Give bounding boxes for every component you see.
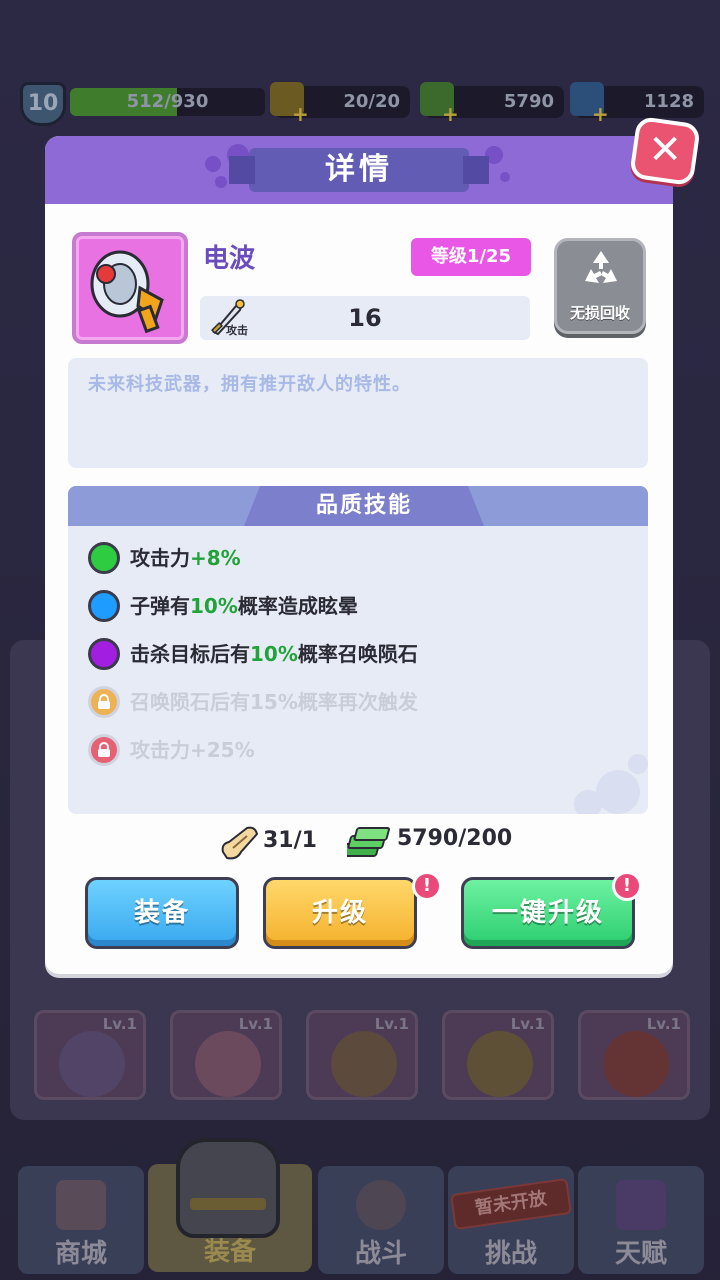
skill-highlight: 10% bbox=[250, 642, 298, 666]
recycle-button[interactable]: 无损回收 bbox=[554, 238, 646, 334]
spellbook-icon bbox=[616, 1180, 666, 1230]
item-name: 电波 bbox=[203, 244, 256, 274]
item-detail-dialog: 详情 电波 等级1/25 攻击 16 无损回收 未来科技武器，拥有推开敌人的特性… bbox=[45, 136, 673, 974]
straw-hat-icon bbox=[467, 1031, 533, 1097]
inventory-item-straw-hat[interactable]: Lv.1 bbox=[442, 1010, 554, 1100]
bottom-nav: 商城 装备 战斗 挑战 天赋 bbox=[14, 1160, 706, 1280]
item-portrait bbox=[72, 232, 188, 344]
shell-necklace-icon bbox=[195, 1031, 261, 1097]
skill-text-part: 概率造成眩晕 bbox=[237, 594, 358, 618]
description-box: 未来科技武器，拥有推开敌人的特性。 bbox=[68, 358, 648, 468]
scroll-cost: 31/1 bbox=[263, 828, 317, 853]
inventory-item-shell-necklace[interactable]: Lv.1 bbox=[170, 1010, 282, 1100]
item-level: Lv.1 bbox=[238, 1015, 273, 1033]
skill-text-locked: 攻击力+25% bbox=[130, 738, 255, 762]
nav-challenge-label: 挑战 bbox=[484, 1239, 537, 1269]
one-click-upgrade-button[interactable]: 一键升级 bbox=[461, 877, 635, 949]
quality-skills-panel: 品质技能 攻击力+8% 子弹有10%概率造成眩晕 击杀目标后有10%概率召唤陨石… bbox=[68, 486, 648, 814]
money-cost: 5790/200 bbox=[397, 826, 513, 851]
lock-icon bbox=[88, 686, 120, 718]
item-level: Lv.1 bbox=[374, 1015, 409, 1033]
moon-necklace-icon bbox=[331, 1031, 397, 1097]
equip-button[interactable]: 装备 bbox=[85, 877, 239, 949]
attack-value: 16 bbox=[348, 304, 382, 332]
skills-title: 品质技能 bbox=[315, 493, 412, 518]
bubbles-decoration bbox=[574, 754, 648, 814]
armor-icon bbox=[176, 1138, 280, 1238]
skill-text-part: 概率召唤陨石 bbox=[297, 642, 418, 666]
recycle-icon bbox=[585, 251, 617, 283]
nav-talent[interactable]: 天赋 bbox=[578, 1166, 704, 1274]
shop-icon bbox=[56, 1180, 106, 1230]
skill-dot-blue bbox=[88, 590, 120, 622]
red-cap-icon bbox=[603, 1031, 669, 1097]
skill-text: 击杀目标后有10%概率召唤陨石 bbox=[130, 638, 418, 670]
skill-dot-green bbox=[88, 542, 120, 574]
plus-icon: + bbox=[292, 102, 309, 126]
skill-text: 攻击力+8% bbox=[130, 542, 241, 574]
dialog-header: 详情 bbox=[45, 136, 673, 204]
skill-text-part: 子弹有 bbox=[130, 594, 190, 618]
lock-icon bbox=[88, 734, 120, 766]
item-level: Lv.1 bbox=[510, 1015, 545, 1033]
upgrade-cost-row: 31/1 5790/200 bbox=[45, 818, 673, 868]
skill-text-locked: 召唤陨石后有15%概率再次触发 bbox=[130, 690, 418, 714]
skill-text-part: 攻击力 bbox=[130, 546, 190, 570]
cash-counter[interactable]: + 5790 bbox=[420, 82, 564, 124]
scroll-icon bbox=[221, 826, 259, 860]
inventory-item-red-cap[interactable]: Lv.1 bbox=[578, 1010, 690, 1100]
inventory-item-pocket-watch[interactable]: Lv.1 bbox=[34, 1010, 146, 1100]
energy-counter[interactable]: + 20/20 bbox=[270, 82, 410, 124]
dialog-title: 详情 bbox=[325, 152, 393, 187]
nav-talent-label: 天赋 bbox=[614, 1239, 667, 1269]
xp-bar: 512/930 bbox=[70, 88, 265, 116]
pocket-watch-icon bbox=[59, 1031, 125, 1097]
nav-shop-label: 商城 bbox=[54, 1239, 107, 1269]
one-click-alert-icon: ! bbox=[612, 871, 642, 901]
gem-value: 1128 bbox=[643, 91, 694, 112]
cash-value: 5790 bbox=[503, 91, 554, 112]
cash-stack-icon bbox=[347, 827, 390, 857]
xp-text: 512/930 bbox=[126, 91, 209, 112]
item-description: 未来科技武器，拥有推开敌人的特性。 bbox=[88, 374, 411, 395]
item-level: Lv.1 bbox=[102, 1015, 137, 1033]
crossed-swords-icon bbox=[356, 1180, 406, 1230]
plus-icon: + bbox=[442, 102, 459, 126]
player-level-badge: 10 bbox=[20, 82, 66, 126]
item-level: Lv.1 bbox=[646, 1015, 681, 1033]
close-icon: ✕ bbox=[648, 127, 682, 174]
skill-highlight: +8% bbox=[190, 546, 241, 570]
item-level-badge: 等级1/25 bbox=[411, 238, 531, 276]
decor-dot bbox=[500, 172, 510, 182]
skill-text-part: 击杀目标后有 bbox=[130, 642, 250, 666]
nav-battle[interactable]: 战斗 bbox=[318, 1166, 444, 1274]
megaphone-icon bbox=[90, 250, 164, 334]
inventory-item-moon-necklace[interactable]: Lv.1 bbox=[306, 1010, 418, 1100]
recycle-label: 无损回收 bbox=[569, 304, 630, 322]
nav-shop[interactable]: 商城 bbox=[18, 1166, 144, 1274]
decor-dot bbox=[215, 176, 227, 188]
gem-counter[interactable]: + 1128 bbox=[570, 82, 704, 124]
nav-battle-label: 战斗 bbox=[354, 1239, 407, 1269]
upgrade-button[interactable]: 升级 bbox=[263, 877, 417, 949]
title-ribbon: 详情 bbox=[229, 148, 489, 192]
plus-icon: + bbox=[592, 102, 609, 126]
decor-dot bbox=[205, 156, 221, 172]
skill-highlight: 10% bbox=[190, 594, 238, 618]
upgrade-alert-icon: ! bbox=[412, 871, 442, 901]
energy-value: 20/20 bbox=[343, 91, 400, 112]
attack-stat-row: 攻击 16 bbox=[200, 296, 530, 340]
resource-bar: 10 512/930 + 20/20 + 5790 + 1128 bbox=[12, 80, 708, 126]
skill-dot-purple bbox=[88, 638, 120, 670]
skill-text: 子弹有10%概率造成眩晕 bbox=[130, 590, 358, 622]
close-button[interactable]: ✕ bbox=[628, 115, 702, 187]
